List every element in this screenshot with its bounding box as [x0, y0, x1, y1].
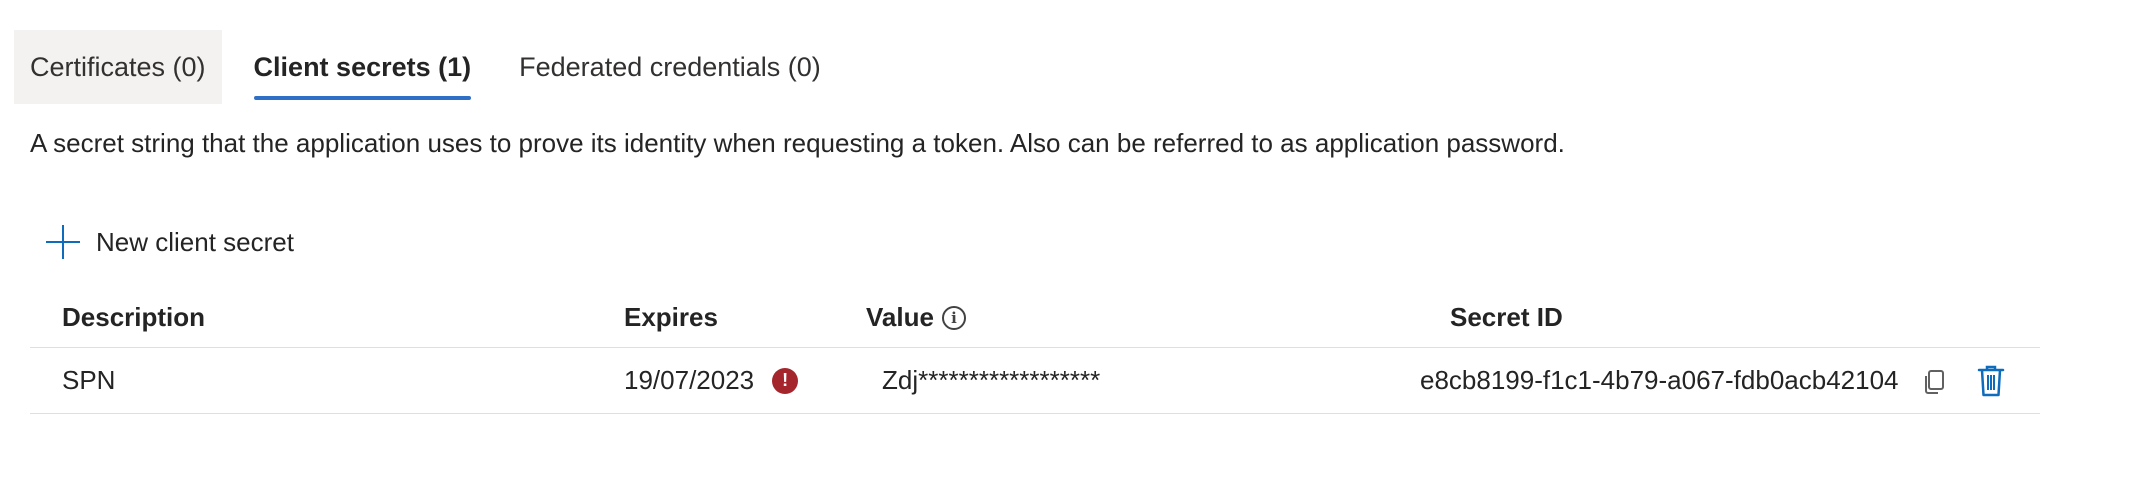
table-header-row: Description Expires Value i Secret ID [30, 288, 2040, 348]
column-header-value[interactable]: Value i [866, 288, 966, 347]
tab-client-secrets[interactable]: Client secrets (1) [238, 30, 488, 104]
tab-federated-credentials-label: Federated credentials (0) [519, 51, 821, 82]
cell-secret-id: e8cb8199-f1c1-4b79-a067-fdb0acb42104 [1420, 365, 1899, 395]
new-client-secret-button[interactable]: New client secret [46, 222, 294, 262]
table-row: SPN 19/07/2023 ! Zdj****************** e… [30, 348, 2040, 414]
new-client-secret-label: New client secret [96, 226, 294, 257]
cell-expires: 19/07/2023 ! [624, 348, 799, 413]
tab-client-secrets-label: Client secrets (1) [253, 51, 472, 82]
plus-icon [46, 225, 80, 259]
error-icon: ! [772, 367, 799, 394]
column-header-description[interactable]: Description [62, 288, 205, 347]
cell-expires-date: 19/07/2023 [624, 365, 755, 395]
cell-description: SPN [62, 365, 116, 395]
column-header-secret-id[interactable]: Secret ID [1450, 288, 1563, 347]
tab-certificates-label: Certificates (0) [30, 51, 206, 82]
column-header-value-label: Value [866, 302, 934, 332]
tab-federated-credentials[interactable]: Federated credentials (0) [503, 30, 837, 104]
client-secrets-table: Description Expires Value i Secret ID SP… [30, 288, 2040, 414]
tab-certificates[interactable]: Certificates (0) [14, 30, 222, 104]
column-header-expires[interactable]: Expires [624, 288, 718, 347]
info-icon[interactable]: i [941, 305, 966, 330]
section-description: A secret string that the application use… [30, 128, 1565, 158]
copy-icon[interactable] [1920, 368, 1948, 396]
client-secrets-page: Certificates (0) Client secrets (1) Fede… [0, 0, 2146, 488]
tab-bar: Certificates (0) Client secrets (1) Fede… [14, 30, 837, 104]
trash-icon[interactable] [1976, 364, 2006, 398]
cell-value: Zdj****************** [882, 365, 1101, 395]
